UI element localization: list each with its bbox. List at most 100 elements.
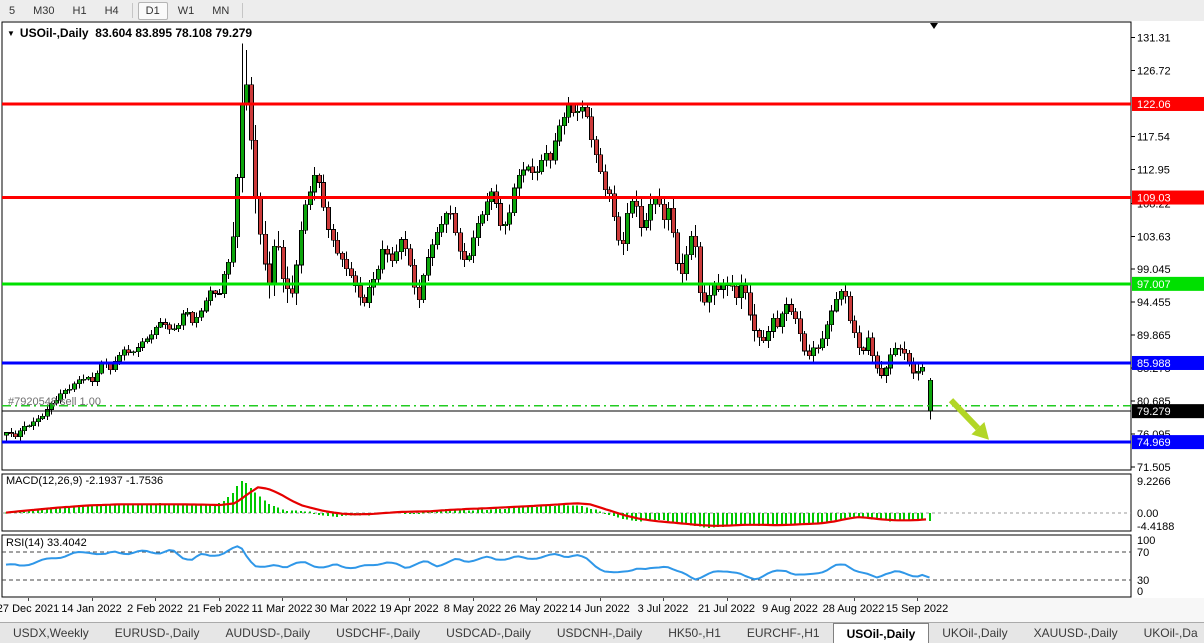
candle-body	[431, 245, 435, 258]
candle-body	[395, 252, 399, 261]
macd-bar	[304, 512, 306, 513]
candle-body	[10, 433, 14, 434]
tab-eurusd-daily[interactable]: EURUSD-,Daily	[102, 623, 213, 643]
tab-usoil-daily[interactable]: USOil-,Daily	[833, 623, 930, 643]
macd-bar	[286, 511, 288, 513]
timeframe-button-d1[interactable]: D1	[138, 2, 168, 20]
tab-audusd-daily[interactable]: AUDUSD-,Daily	[212, 623, 323, 643]
tab-usdchf-daily[interactable]: USDCHF-,Daily	[323, 623, 433, 643]
candle-body	[531, 167, 535, 173]
tab-eurchf-h1[interactable]: EURCHF-,H1	[734, 623, 833, 643]
rsi-pane[interactable]	[2, 535, 1131, 597]
candle-body	[504, 224, 508, 225]
macd-bar	[413, 513, 415, 514]
candle-body	[363, 297, 367, 302]
candle-body	[563, 117, 567, 126]
macd-bar	[309, 512, 311, 513]
candle-body	[518, 175, 522, 188]
timeframe-button-h1[interactable]: H1	[65, 2, 95, 20]
tab-hk50-h1[interactable]: HK50-,H1	[655, 623, 734, 643]
candle-body	[849, 296, 853, 320]
tab-xauusd-daily[interactable]: XAUUSD-,Daily	[1021, 623, 1131, 643]
candle-body	[132, 352, 136, 353]
date-label: 21 Feb 2022	[188, 603, 250, 615]
date-axis[interactable]: 27 Dec 202114 Jan 20222 Feb 202221 Feb 2…	[0, 598, 1204, 622]
candle-body	[236, 178, 240, 237]
tab-ukoil-da[interactable]: UKOil-,Da	[1131, 623, 1204, 643]
macd-pane[interactable]	[2, 474, 1131, 531]
candle-body	[254, 140, 258, 198]
macd-bar	[604, 513, 606, 514]
macd-bar	[481, 509, 483, 513]
candle-body	[527, 167, 531, 170]
candle-body	[454, 213, 458, 232]
timeframe-button-w1[interactable]: W1	[170, 2, 203, 20]
candle-body	[291, 289, 295, 293]
price-tick-label: 131.31	[1137, 33, 1171, 45]
candle-body	[91, 377, 95, 381]
candle-body	[708, 295, 712, 302]
candle-body	[781, 314, 785, 327]
candle-body	[409, 249, 413, 266]
macd-bar	[599, 512, 601, 513]
main-pane[interactable]	[2, 22, 1131, 470]
candle-body	[150, 335, 154, 339]
candle-body	[912, 364, 916, 373]
candle-body	[182, 314, 186, 325]
timeframe-button-mn[interactable]: MN	[204, 2, 237, 20]
candle-body	[418, 287, 422, 299]
macd-bar	[844, 513, 846, 518]
candle-body	[123, 350, 127, 356]
candle-body	[277, 246, 281, 247]
macd-bar	[794, 513, 796, 524]
date-tick	[600, 598, 601, 601]
candle-body	[82, 379, 86, 380]
candle-body	[368, 287, 372, 302]
candle-body	[232, 237, 236, 262]
candle-body	[191, 312, 195, 322]
candle-body	[137, 347, 141, 351]
candle-body	[513, 188, 517, 213]
candle-body	[377, 269, 381, 279]
candle-body	[663, 204, 667, 220]
timeframe-toolbar: 5M30H1H4 D1W1MN	[0, 0, 1204, 21]
candle-body	[345, 259, 349, 268]
candle-body	[858, 333, 862, 348]
tab-usdcad-daily[interactable]: USDCAD-,Daily	[433, 623, 544, 643]
candle-body	[595, 140, 599, 155]
price-tick-label: 112.95	[1137, 164, 1170, 176]
macd-bar	[300, 511, 302, 513]
timeframe-button-h4[interactable]: H4	[97, 2, 127, 20]
chart-canvas[interactable]: 131.31126.72117.54112.95108.22103.6399.0…	[0, 21, 1204, 598]
candle-body	[68, 389, 72, 390]
candle-body	[867, 338, 871, 351]
date-tick	[282, 598, 283, 601]
candle-body	[572, 105, 576, 112]
candle-body	[300, 230, 304, 265]
candle-body	[14, 434, 18, 437]
tab-ukoil-daily[interactable]: UKOil-,Daily	[929, 623, 1020, 643]
date-label: 2 Feb 2022	[127, 603, 183, 615]
candle-body	[250, 85, 254, 140]
macd-bar	[254, 493, 256, 513]
macd-bar	[186, 505, 188, 513]
macd-bar	[513, 507, 515, 513]
macd-bar	[118, 504, 120, 513]
candle-body	[731, 285, 735, 286]
candle-body	[917, 371, 921, 373]
date-label: 27 Dec 2021	[0, 603, 59, 615]
macd-bar	[581, 506, 583, 513]
candle-body	[404, 240, 408, 249]
candle-body	[862, 348, 866, 351]
tab-usdx-weekly[interactable]: USDX,Weekly	[0, 623, 102, 643]
macd-bar	[803, 513, 805, 524]
chart-dropdown-icon[interactable]: ▼	[7, 29, 15, 38]
candle-body	[790, 304, 794, 311]
tab-usdcnh-daily[interactable]: USDCNH-,Daily	[544, 623, 655, 643]
candle-body	[241, 103, 245, 178]
candle-body	[486, 202, 490, 215]
timeframe-button-m30[interactable]: M30	[25, 2, 62, 20]
candle-body	[214, 291, 218, 294]
timeframe-button-5[interactable]: 5	[1, 2, 23, 20]
candle-body	[735, 286, 739, 297]
